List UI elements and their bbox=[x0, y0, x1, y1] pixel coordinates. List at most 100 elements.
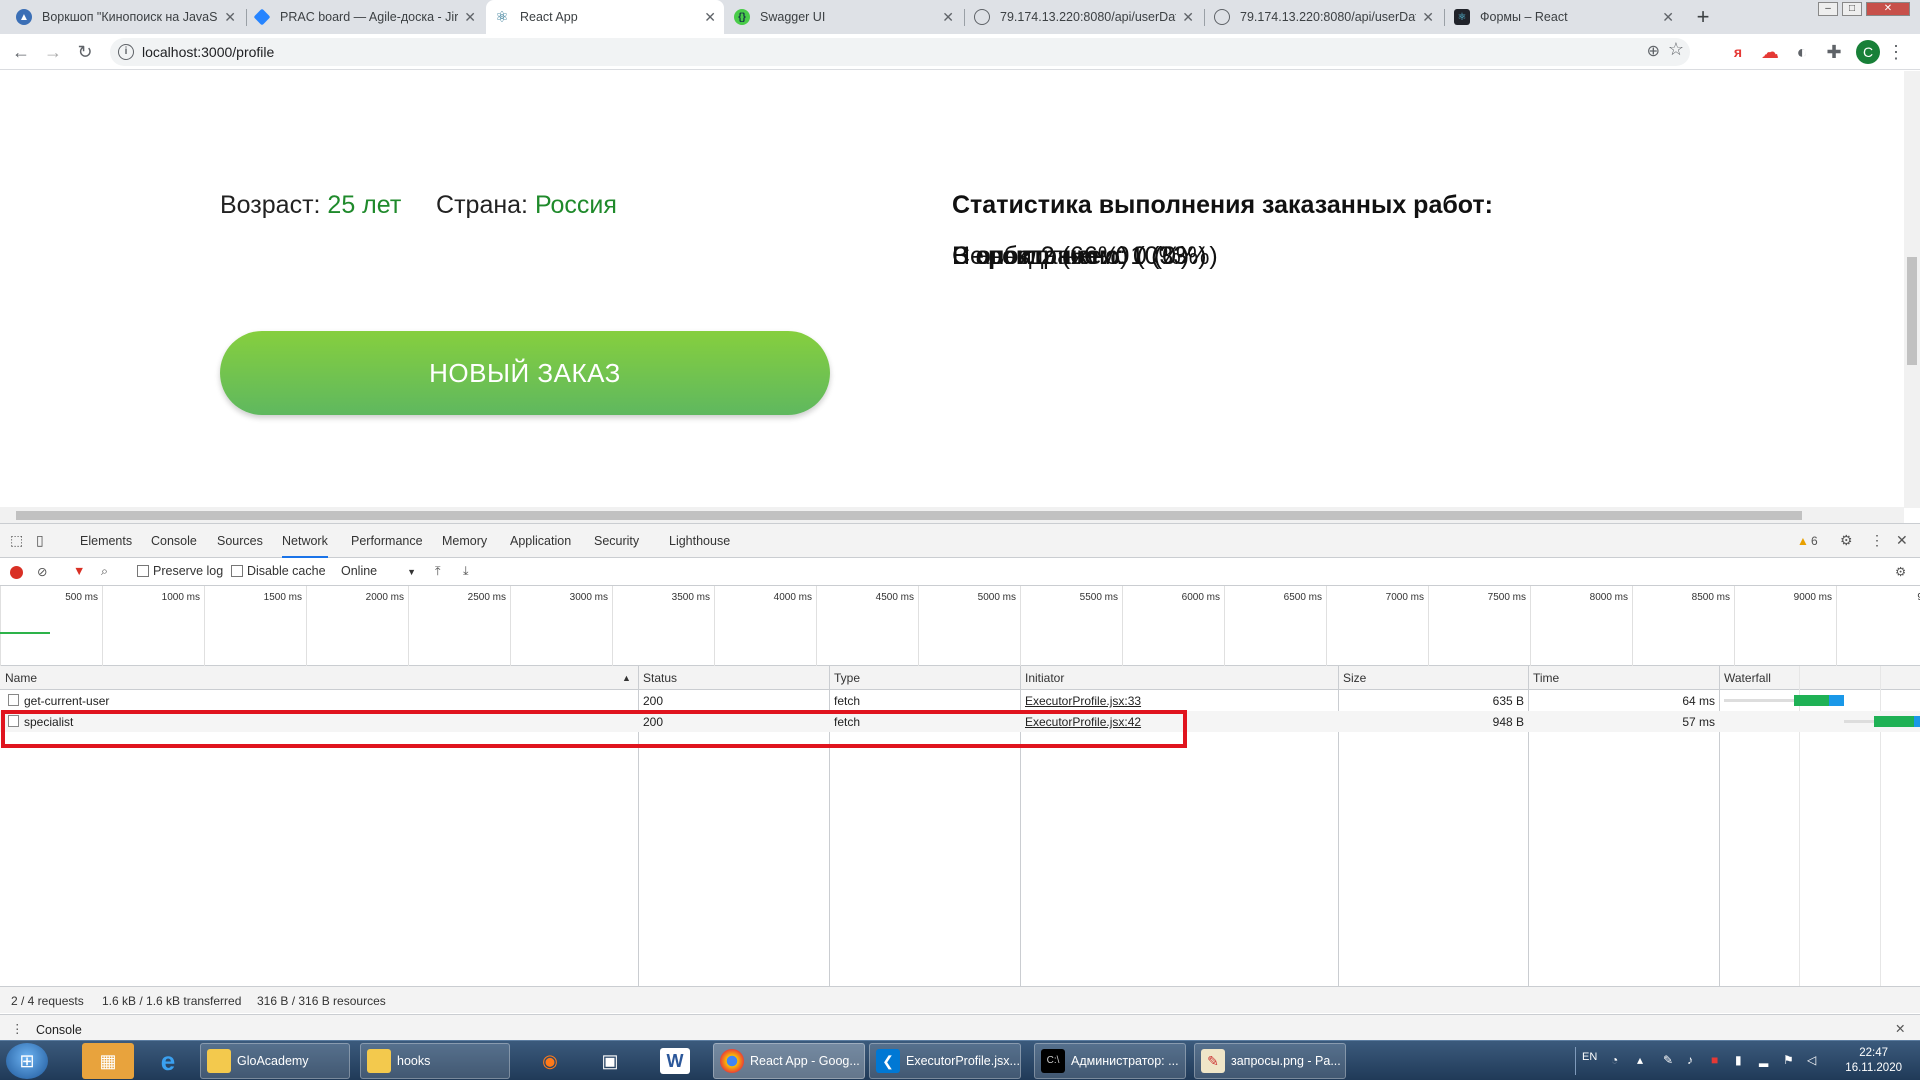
puzzle-icon[interactable]: ✚ bbox=[1822, 40, 1846, 64]
scrollbar-thumb[interactable] bbox=[1907, 257, 1917, 365]
taskbar-button-vscode[interactable]: ❮ ExecutorProfile.jsx... bbox=[869, 1043, 1021, 1079]
network-overview-timeline[interactable]: 500 ms 1000 ms 1500 ms 2000 ms 2500 ms 3000 m… bbox=[0, 586, 1920, 666]
extension-icon[interactable]: ◐ bbox=[1790, 40, 1814, 64]
settings-gear-icon[interactable]: ⚙ bbox=[1840, 532, 1853, 549]
store-icon[interactable]: ▦ bbox=[82, 1043, 134, 1079]
browser-tab-react-forms[interactable]: ⚛ Формы – React ✕ bbox=[1446, 0, 1682, 34]
disable-cache-checkbox[interactable]: Disable cache bbox=[231, 564, 326, 578]
vertical-scrollbar[interactable] bbox=[1904, 71, 1920, 508]
devtools-tab-network[interactable]: Network bbox=[282, 524, 328, 558]
back-icon[interactable]: ← bbox=[9, 40, 33, 64]
table-row[interactable]: get-current-user 200 fetch ExecutorProfi… bbox=[0, 690, 1920, 711]
minimize-window-button[interactable]: – bbox=[1818, 2, 1838, 16]
speaker-icon[interactable]: ◁ bbox=[1807, 1053, 1816, 1067]
column-name[interactable]: Name bbox=[5, 671, 37, 685]
reload-icon[interactable]: ↻ bbox=[73, 40, 97, 64]
export-har-icon[interactable]: ⤓ bbox=[463, 564, 469, 579]
url-text[interactable]: localhost:3000/profile bbox=[142, 44, 274, 60]
clock[interactable]: 22:47 16.11.2020 bbox=[1845, 1046, 1902, 1076]
inspect-element-icon[interactable]: ⬚ bbox=[10, 532, 23, 549]
taskbar-button-cmd[interactable]: C:\ Администратор: ... bbox=[1034, 1043, 1186, 1079]
browser-tab-react-app[interactable]: ⚛ React App ✕ bbox=[486, 0, 724, 34]
close-tab-icon[interactable]: ✕ bbox=[224, 9, 236, 26]
close-drawer-icon[interactable]: ✕ bbox=[1895, 1021, 1905, 1036]
taskbar-button-chrome[interactable]: React App - Goog... bbox=[713, 1043, 865, 1079]
close-tab-icon[interactable]: ✕ bbox=[1662, 9, 1674, 26]
browser-tab-api-1[interactable]: 79.174.13.220:8080/api/userData ✕ bbox=[966, 0, 1202, 34]
import-har-icon[interactable]: ⤒ bbox=[435, 564, 441, 579]
throttling-select[interactable]: Online ▼ bbox=[341, 564, 416, 578]
horizontal-scrollbar[interactable] bbox=[0, 507, 1904, 523]
request-name[interactable]: get-current-user bbox=[24, 694, 109, 708]
column-type[interactable]: Type bbox=[834, 671, 860, 685]
signal-icon[interactable]: ▂ bbox=[1759, 1053, 1768, 1067]
start-button[interactable]: ⊞ bbox=[6, 1043, 48, 1079]
language-indicator[interactable]: EN bbox=[1582, 1051, 1597, 1063]
devtools-tab-memory[interactable]: Memory bbox=[442, 524, 487, 558]
close-tab-icon[interactable]: ✕ bbox=[942, 9, 954, 26]
network-settings-icon[interactable]: ⚙ bbox=[1895, 564, 1906, 579]
filter-icon[interactable]: ▼ bbox=[73, 564, 85, 578]
volume-icon[interactable]: ♪ bbox=[1687, 1053, 1693, 1067]
close-window-button[interactable]: ✕ bbox=[1866, 2, 1910, 16]
taskbar-button-paint[interactable]: ✎ запросы.png - Pa... bbox=[1194, 1043, 1346, 1079]
flag-icon[interactable]: ⚑ bbox=[1783, 1053, 1794, 1067]
request-initiator-link[interactable]: ExecutorProfile.jsx:33 bbox=[1025, 694, 1141, 708]
record-icon[interactable] bbox=[10, 566, 23, 579]
devtools-tab-performance[interactable]: Performance bbox=[351, 524, 423, 558]
devtools-tab-application[interactable]: Application bbox=[510, 524, 571, 558]
taskbar-button-hooks[interactable]: hooks bbox=[360, 1043, 510, 1079]
clear-icon[interactable]: ⊘ bbox=[37, 564, 47, 579]
device-toolbar-icon[interactable]: ▯ bbox=[36, 532, 44, 549]
warning-icon[interactable]: ▲ bbox=[1797, 534, 1809, 548]
close-devtools-icon[interactable]: ✕ bbox=[1896, 532, 1908, 549]
menu-kebab-icon[interactable]: ⋮ bbox=[1884, 40, 1908, 64]
devtools-tab-lighthouse[interactable]: Lighthouse bbox=[669, 524, 730, 558]
file-icon bbox=[8, 694, 19, 706]
yandex-extension-icon[interactable]: я bbox=[1726, 40, 1750, 64]
network-app-icon[interactable]: ▣ bbox=[584, 1043, 636, 1079]
devtools-tab-sources[interactable]: Sources bbox=[217, 524, 263, 558]
network-icon[interactable]: ▮ bbox=[1735, 1053, 1742, 1067]
close-tab-icon[interactable]: ✕ bbox=[1422, 9, 1434, 26]
new-tab-button[interactable]: + bbox=[1690, 5, 1716, 31]
pen-icon[interactable]: ✎ bbox=[1663, 1053, 1673, 1067]
drawer-menu-icon[interactable]: ⋮ bbox=[11, 1021, 24, 1036]
search-icon[interactable]: ⌕ bbox=[101, 564, 108, 579]
column-time[interactable]: Time bbox=[1533, 671, 1559, 685]
forward-icon[interactable]: → bbox=[41, 40, 65, 64]
zoom-icon[interactable]: ⊕ bbox=[1647, 41, 1660, 61]
browser-tab-jira[interactable]: PRAC board — Agile-доска - Jira ✕ bbox=[248, 0, 484, 34]
devtools-tab-security[interactable]: Security bbox=[594, 524, 639, 558]
devtools-tab-elements[interactable]: Elements bbox=[80, 524, 132, 558]
word-icon[interactable]: W bbox=[660, 1048, 690, 1074]
column-initiator[interactable]: Initiator bbox=[1025, 671, 1064, 685]
preserve-log-checkbox[interactable]: Preserve log bbox=[137, 564, 223, 578]
close-tab-icon[interactable]: ✕ bbox=[1182, 9, 1194, 26]
taskbar-button-gloacademy[interactable]: GloAcademy bbox=[200, 1043, 350, 1079]
browser-tab-api-2[interactable]: 79.174.13.220:8080/api/userData ✕ bbox=[1206, 0, 1442, 34]
column-waterfall[interactable]: Waterfall bbox=[1724, 671, 1771, 685]
avatar[interactable]: С bbox=[1856, 40, 1880, 64]
internet-explorer-icon[interactable]: e bbox=[142, 1043, 194, 1079]
column-status[interactable]: Status bbox=[643, 671, 677, 685]
info-icon[interactable]: i bbox=[118, 44, 134, 60]
scrollbar-thumb[interactable] bbox=[16, 511, 1802, 520]
browser-tab-swagger[interactable]: {} Swagger UI ✕ bbox=[726, 0, 962, 34]
antivirus-icon[interactable]: ■ bbox=[1711, 1053, 1718, 1067]
tray-expand-icon[interactable]: ▴ bbox=[1637, 1053, 1643, 1067]
column-size[interactable]: Size bbox=[1343, 671, 1366, 685]
bookmark-star-icon[interactable]: ☆ bbox=[1668, 39, 1684, 60]
warning-count[interactable]: 6 bbox=[1811, 534, 1818, 548]
close-tab-icon[interactable]: ✕ bbox=[704, 9, 716, 26]
browser-tab-workshop[interactable]: ▲ Воркшоп "Кинопоиск на JavaScript" ✕ bbox=[8, 0, 244, 34]
devtools-menu-icon[interactable]: ⋮ bbox=[1870, 532, 1884, 549]
new-order-button[interactable]: НОВЫЙ ЗАКАЗ bbox=[220, 331, 830, 415]
address-bar[interactable]: i localhost:3000/profile ⊕ ☆ bbox=[110, 38, 1690, 66]
tray-app-icon[interactable]: ◔ bbox=[1611, 1053, 1618, 1067]
maximize-window-button[interactable]: □ bbox=[1842, 2, 1862, 16]
cloud-extension-icon[interactable]: ☁ bbox=[1758, 40, 1782, 64]
close-tab-icon[interactable]: ✕ bbox=[464, 9, 476, 26]
firefox-icon[interactable]: ◉ bbox=[524, 1043, 576, 1079]
devtools-tab-console[interactable]: Console bbox=[151, 524, 197, 558]
